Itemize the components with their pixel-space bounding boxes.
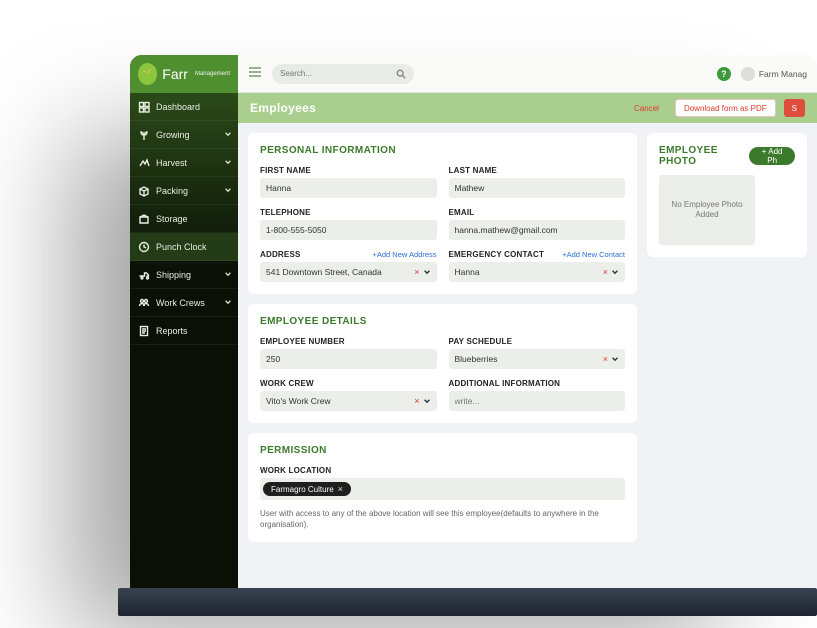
logo-icon: 🌱 — [138, 63, 157, 85]
search-box[interactable] — [272, 64, 414, 84]
sidebar-item-label: Reports — [156, 326, 188, 336]
section-title: PERSONAL INFORMATION — [260, 145, 625, 156]
chevron-down-icon — [224, 158, 232, 168]
permission-note: User with access to any of the above loc… — [260, 508, 625, 530]
topbar: ? Farm Manag — [238, 55, 817, 93]
chevron-down-icon[interactable] — [423, 263, 431, 281]
chevron-down-icon[interactable] — [611, 350, 619, 368]
page-title: Employees — [250, 101, 316, 115]
personal-info-card: PERSONAL INFORMATION FIRST NAME LAST NAM… — [248, 133, 637, 294]
pay-schedule-label: PAY SCHEDULE — [449, 337, 513, 346]
add-photo-button[interactable]: + Add Ph — [749, 147, 795, 165]
first-name-input[interactable] — [266, 183, 431, 193]
chevron-down-icon[interactable] — [611, 263, 619, 281]
section-title: PERMISSION — [260, 445, 625, 456]
reports-icon — [138, 325, 150, 337]
chevron-down-icon — [224, 270, 232, 280]
save-button[interactable]: S — [784, 99, 805, 117]
additional-info-label: ADDITIONAL INFORMATION — [449, 379, 561, 388]
sidebar-item-shipping[interactable]: Shipping — [130, 261, 238, 289]
sidebar: 🌱 Farr Management Dashboard Growing Harves… — [130, 55, 238, 598]
work-crew-select[interactable]: Vito's Work Crew × — [260, 391, 437, 411]
emergency-label: EMERGENCY CONTACT — [449, 250, 545, 259]
permission-card: PERMISSION WORK LOCATION Farmagro Cultur… — [248, 433, 637, 542]
sidebar-item-work-crews[interactable]: Work Crews — [130, 289, 238, 317]
download-pdf-button[interactable]: Download form as PDF — [675, 99, 776, 117]
shipping-icon — [138, 269, 150, 281]
clear-icon[interactable]: × — [603, 267, 608, 277]
clock-icon — [138, 241, 150, 253]
chevron-down-icon — [224, 186, 232, 196]
emergency-select[interactable]: Hanna × — [449, 262, 626, 282]
employee-details-card: EMPLOYEE DETAILS EMPLOYEE NUMBER PAY SCH… — [248, 304, 637, 423]
work-location-input[interactable]: Farmagro Culture × — [260, 478, 625, 500]
search-icon — [396, 69, 406, 79]
menu-toggle-icon[interactable] — [248, 65, 262, 83]
growing-icon — [138, 129, 150, 141]
address-label: ADDRESS — [260, 250, 301, 259]
help-icon[interactable]: ? — [717, 67, 731, 81]
last-name-input[interactable] — [455, 183, 620, 193]
add-address-link[interactable]: +Add New Address — [373, 250, 437, 259]
sidebar-item-packing[interactable]: Packing — [130, 177, 238, 205]
last-name-label: LAST NAME — [449, 166, 497, 175]
avatar-icon — [741, 67, 755, 81]
email-label: EMAIL — [449, 208, 475, 217]
location-chip: Farmagro Culture × — [263, 482, 351, 496]
first-name-label: FIRST NAME — [260, 166, 311, 175]
sidebar-item-label: Punch Clock — [156, 242, 207, 252]
sidebar-item-label: Packing — [156, 186, 188, 196]
sidebar-item-dashboard[interactable]: Dashboard — [130, 93, 238, 121]
sidebar-item-label: Work Crews — [156, 298, 205, 308]
storage-icon — [138, 213, 150, 225]
sidebar-item-label: Harvest — [156, 158, 187, 168]
brand-name: Farr — [162, 66, 188, 82]
telephone-input[interactable] — [266, 225, 431, 235]
crews-icon — [138, 297, 150, 309]
remove-chip-icon[interactable]: × — [338, 484, 343, 494]
emp-number-input[interactable] — [266, 354, 431, 364]
employee-photo-card: EMPLOYEE PHOTO + Add Ph No Employee Phot… — [647, 133, 807, 257]
sidebar-item-label: Storage — [156, 214, 188, 224]
add-contact-link[interactable]: +Add New Contact — [562, 250, 625, 259]
sidebar-item-label: Growing — [156, 130, 190, 140]
telephone-label: TELEPHONE — [260, 208, 311, 217]
clear-icon[interactable]: × — [414, 396, 419, 406]
titlebar: Employees Cancel Download form as PDF S — [238, 93, 817, 123]
section-title: EMPLOYEE PHOTO — [659, 145, 749, 167]
email-input[interactable] — [455, 225, 620, 235]
work-crew-label: WORK CREW — [260, 379, 314, 388]
logo: 🌱 Farr Management — [130, 55, 238, 93]
additional-info-input[interactable] — [455, 396, 620, 406]
work-location-label: WORK LOCATION — [260, 466, 331, 475]
sidebar-item-label: Dashboard — [156, 102, 200, 112]
emp-number-label: EMPLOYEE NUMBER — [260, 337, 345, 346]
sidebar-item-label: Shipping — [156, 270, 191, 280]
sidebar-item-reports[interactable]: Reports — [130, 317, 238, 345]
address-select[interactable]: 541 Downtown Street, Canada × — [260, 262, 437, 282]
user-name: Farm Manag — [759, 69, 807, 79]
sidebar-item-growing[interactable]: Growing — [130, 121, 238, 149]
chevron-down-icon[interactable] — [423, 392, 431, 410]
brand-sub: Management — [195, 71, 230, 77]
sidebar-item-punch-clock[interactable]: Punch Clock — [130, 233, 238, 261]
section-title: EMPLOYEE DETAILS — [260, 316, 625, 327]
harvest-icon — [138, 157, 150, 169]
sidebar-item-harvest[interactable]: Harvest — [130, 149, 238, 177]
packing-icon — [138, 185, 150, 197]
dashboard-icon — [138, 101, 150, 113]
sidebar-item-storage[interactable]: Storage — [130, 205, 238, 233]
chevron-down-icon — [224, 298, 232, 308]
photo-placeholder: No Employee Photo Added — [659, 175, 755, 245]
search-input[interactable] — [280, 69, 390, 78]
chevron-down-icon — [224, 130, 232, 140]
clear-icon[interactable]: × — [603, 354, 608, 364]
clear-icon[interactable]: × — [414, 267, 419, 277]
pay-schedule-select[interactable]: Blueberries × — [449, 349, 626, 369]
cancel-button[interactable]: Cancel — [626, 99, 667, 117]
user-menu[interactable]: Farm Manag — [741, 67, 807, 81]
